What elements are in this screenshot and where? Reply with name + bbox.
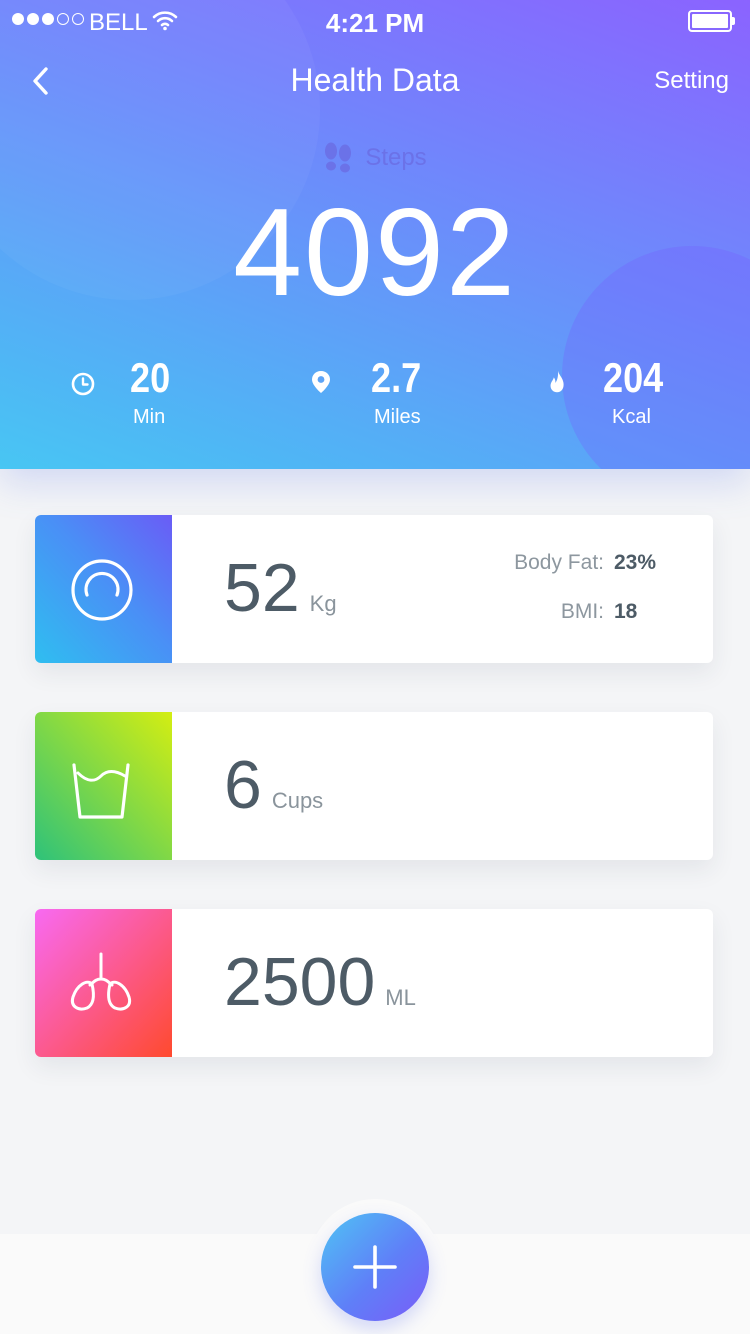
scale-gauge-icon: [35, 515, 172, 663]
weight-unit: Kg: [309, 591, 337, 616]
weight-tile: [35, 515, 172, 663]
body-fat-label: Body Fat:: [514, 551, 604, 574]
steps-label: Steps: [0, 142, 750, 174]
stat-calories: 204 Kcal: [544, 354, 750, 434]
stat-minutes-value: 20: [130, 354, 171, 401]
lungs-unit: ML: [385, 985, 416, 1010]
status-time: 4:21 PM: [325, 8, 425, 38]
stat-distance: 2.7 Miles: [308, 354, 528, 434]
stat-calories-value: 204: [603, 354, 664, 401]
water-unit: Cups: [271, 788, 324, 813]
flame-icon: [550, 370, 564, 393]
footprints-icon: [325, 142, 352, 173]
stat-distance-unit: Miles: [374, 406, 421, 428]
water-card[interactable]: 6 Cups: [35, 712, 713, 860]
header-panel: BELL 4:21 PM Health Data Setting Steps 4…: [0, 0, 750, 469]
lungs-number: 2500: [224, 944, 376, 1020]
battery-icon: [688, 10, 736, 32]
bmi-row: BMI: 18: [514, 600, 659, 649]
water-tile: [35, 712, 172, 860]
plus-icon: [353, 1245, 397, 1289]
status-bar: BELL 4:21 PM: [0, 0, 750, 40]
stat-distance-value: 2.7: [371, 354, 422, 401]
lungs-icon: [35, 909, 172, 1057]
body-fat-value: 23%: [614, 551, 657, 574]
add-button[interactable]: [321, 1213, 429, 1321]
stat-minutes-unit: Min: [133, 406, 166, 428]
weight-number: 52: [224, 550, 300, 626]
page-title: Health Data: [290, 62, 460, 98]
lungs-tile: [35, 909, 172, 1057]
weight-value: 52 Kg: [224, 553, 337, 639]
body-fat-row: Body Fat: 23%: [514, 551, 659, 600]
water-number: 6: [224, 747, 262, 823]
clock-icon: [71, 372, 95, 396]
steps-count: 4092: [233, 184, 517, 322]
stat-minutes: 20 Min: [70, 354, 290, 434]
location-pin-icon: [312, 371, 330, 393]
setting-button[interactable]: Setting: [654, 67, 729, 95]
bmi-label: BMI:: [560, 600, 604, 623]
weight-card[interactable]: 52 Kg Body Fat: 23% BMI: 18: [35, 515, 713, 663]
steps-label-text: Steps: [365, 144, 427, 171]
water-glass-icon: [35, 712, 172, 860]
stat-calories-unit: Kcal: [612, 406, 651, 428]
weight-metrics: Body Fat: 23% BMI: 18: [514, 551, 659, 649]
water-value: 6 Cups: [224, 750, 323, 836]
bmi-value: 18: [614, 600, 638, 623]
lungs-value: 2500 ML: [224, 947, 416, 1033]
lungs-card[interactable]: 2500 ML: [35, 909, 713, 1057]
